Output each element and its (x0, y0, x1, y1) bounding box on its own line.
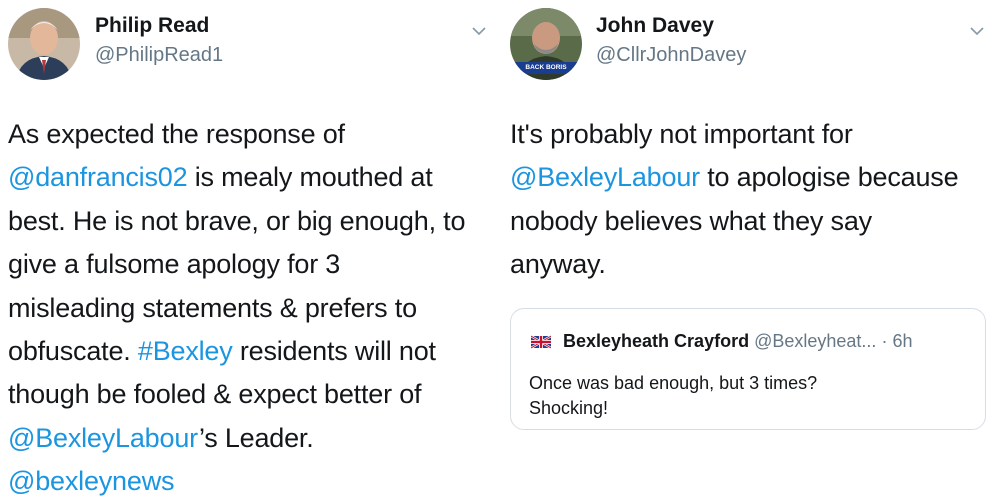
tweet-text-line: @BexleyLabour’s Leader. (8, 417, 498, 460)
mention-link[interactable]: @BexleyLabour (510, 162, 700, 192)
tweet-text-segment: As expected the response of (8, 119, 345, 149)
tweet-john-davey: BACK BORIS John Davey @CllrJohnDavey It'… (500, 0, 1000, 500)
tweet-text-line: though be fooled & expect better of (8, 373, 498, 416)
avatar-badge: BACK BORIS (525, 64, 567, 71)
author-name[interactable]: Philip Read (95, 14, 209, 38)
union-flag-icon (531, 334, 551, 350)
quoted-timestamp[interactable]: · 6h (881, 331, 912, 351)
tweet-text-line: @danfrancis02 is mealy mouthed at (8, 156, 498, 199)
mention-link[interactable]: @danfrancis02 (8, 162, 188, 192)
avatar[interactable] (8, 8, 80, 80)
avatar[interactable]: BACK BORIS (510, 8, 582, 80)
tweet-text-segment: It's probably not important for (510, 119, 853, 149)
tweet-text-segment: ’s Leader. (198, 422, 314, 453)
hashtag-link[interactable]: #Bexley (138, 336, 233, 366)
mention-link[interactable]: @bexleynews (8, 466, 174, 496)
tweet-text-line: nobody believes what they say (510, 200, 1000, 243)
tweet-text-segment: give a fulsome apology for 3 (8, 249, 341, 280)
tweet-text-segment: misleading statements & prefers to (8, 292, 417, 323)
chevron-down-icon[interactable] (472, 26, 486, 36)
tweet-text-line: anyway. (510, 243, 1000, 286)
author-name[interactable]: John Davey (596, 14, 714, 38)
tweet-text-line: @BexleyLabour to apologise because (510, 156, 1000, 199)
quoted-header: Bexleyheath Crayford @Bexleyheat... · 6h (563, 331, 912, 352)
quoted-author-name[interactable]: Bexleyheath Crayford (563, 331, 749, 351)
tweet-text-line: @bexleynews (8, 460, 498, 503)
quoted-author-handle[interactable]: @Bexleyheat... (754, 331, 876, 351)
tweet-text-segment: nobody believes what they say (510, 205, 872, 236)
quoted-text-line: Once was bad enough, but 3 times? (529, 373, 818, 393)
tweet-text-segment: to apologise because (699, 162, 959, 193)
tweet-text: As expected the response of @danfrancis02… (8, 113, 498, 504)
tweet-text-segment: residents will not (232, 336, 436, 367)
mention-link[interactable]: @BexleyLabour (8, 423, 199, 453)
quoted-text: Once was bad enough, but 3 times? Shocki… (529, 371, 817, 421)
chevron-down-icon[interactable] (970, 26, 984, 36)
author-handle[interactable]: @PhilipRead1 (95, 44, 223, 67)
tweet-text-segment: is mealy mouthed at (187, 162, 433, 193)
tweet-text-line: misleading statements & prefers to (8, 287, 498, 330)
author-handle[interactable]: @CllrJohnDavey (596, 44, 746, 67)
tweet-text-segment: anyway. (510, 249, 606, 280)
tweet-text-line: best. He is not brave, or big enough, to (8, 200, 498, 243)
tweet-text-segment: best. He is not brave, or big enough, to (8, 205, 466, 236)
quoted-tweet[interactable]: Bexleyheath Crayford @Bexleyheat... · 6h… (510, 308, 986, 430)
quoted-text-line: Shocking! (529, 398, 609, 418)
tweet-philip-read: Philip Read @PhilipRead1 As expected the… (0, 0, 500, 500)
tweet-text-line: obfuscate. #Bexley residents will not (8, 330, 498, 373)
tweet-text-segment: though be fooled & expect better of (8, 379, 422, 410)
tweet-text-line: give a fulsome apology for 3 (8, 243, 498, 286)
tweet-text-line: As expected the response of (8, 113, 498, 156)
tweet-text: It's probably not important for @BexleyLa… (510, 113, 1000, 287)
tweet-text-segment: obfuscate. (8, 336, 138, 367)
tweet-text-line: It's probably not important for (510, 113, 1000, 156)
